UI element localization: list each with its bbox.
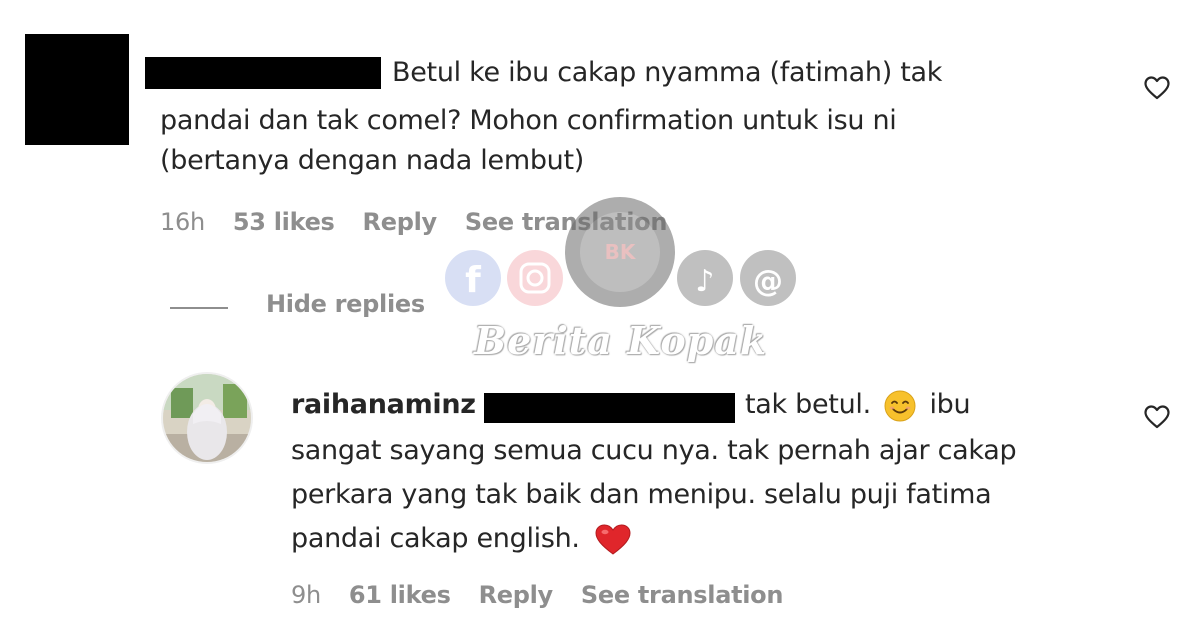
svg-text:@: @ <box>753 264 783 299</box>
commenter-avatar-redacted[interactable] <box>25 34 129 145</box>
comment-see-translation[interactable]: See translation <box>465 208 668 236</box>
watermark-text: Berita Kopak <box>474 318 768 363</box>
tiktok-icon: ♪ <box>677 250 733 306</box>
comment-likes[interactable]: 53 likes <box>233 208 335 236</box>
hide-replies-button[interactable]: Hide replies <box>266 290 425 318</box>
instagram-icon <box>507 250 563 306</box>
threads-icon: @ <box>740 250 796 306</box>
smiling-face-emoji-icon <box>884 390 916 421</box>
red-heart-emoji-icon <box>595 523 631 555</box>
reply-text-line-4: pandai cakap english. <box>291 519 632 559</box>
avatar-photo <box>163 374 251 462</box>
reply-text-line-3: perkara yang tak baik dan menipu. selalu… <box>291 479 992 510</box>
like-heart-icon[interactable] <box>1144 76 1170 100</box>
reply-time: 9h <box>291 581 321 609</box>
svg-text:f: f <box>465 260 481 301</box>
reply-text-part-b: ibu <box>929 389 971 420</box>
comment-text-line-2: pandai dan tak comel? Mohon confirmation… <box>160 105 897 136</box>
commenter-username-redacted[interactable] <box>145 57 381 89</box>
reply-mention-redacted[interactable] <box>484 393 735 423</box>
reply-meta: 9h 61 likes Reply See translation <box>291 581 783 609</box>
reply-see-translation[interactable]: See translation <box>581 581 784 609</box>
svg-text:♪: ♪ <box>695 264 714 299</box>
reply-username[interactable]: raihanaminz <box>291 385 476 425</box>
reply-reply-button[interactable]: Reply <box>479 581 554 609</box>
reply-likes[interactable]: 61 likes <box>349 581 451 609</box>
facebook-icon: f <box>445 250 501 306</box>
comment-text-line-3: (bertanya dengan nada lembut) <box>160 145 584 176</box>
reply-text-line-4-text: pandai cakap english. <box>291 523 580 554</box>
reply-avatar[interactable] <box>163 374 251 462</box>
comment-reply-button[interactable]: Reply <box>363 208 438 236</box>
comment-meta: 16h 53 likes Reply See translation <box>160 208 667 236</box>
svg-text:BK: BK <box>605 240 637 264</box>
comment-text-line-1: Betul ke ibu cakap nyamma (fatimah) tak <box>392 57 943 88</box>
reply-text-line-2: sangat sayang semua cucu nya. tak pernah… <box>291 435 1017 466</box>
reply-text-line-1: tak betul. ibu <box>745 385 971 425</box>
reply-text-part-a: tak betul. <box>745 389 871 420</box>
reply-like-heart-icon[interactable] <box>1144 405 1170 429</box>
hide-replies-line <box>170 307 228 309</box>
comment-time: 16h <box>160 208 205 236</box>
